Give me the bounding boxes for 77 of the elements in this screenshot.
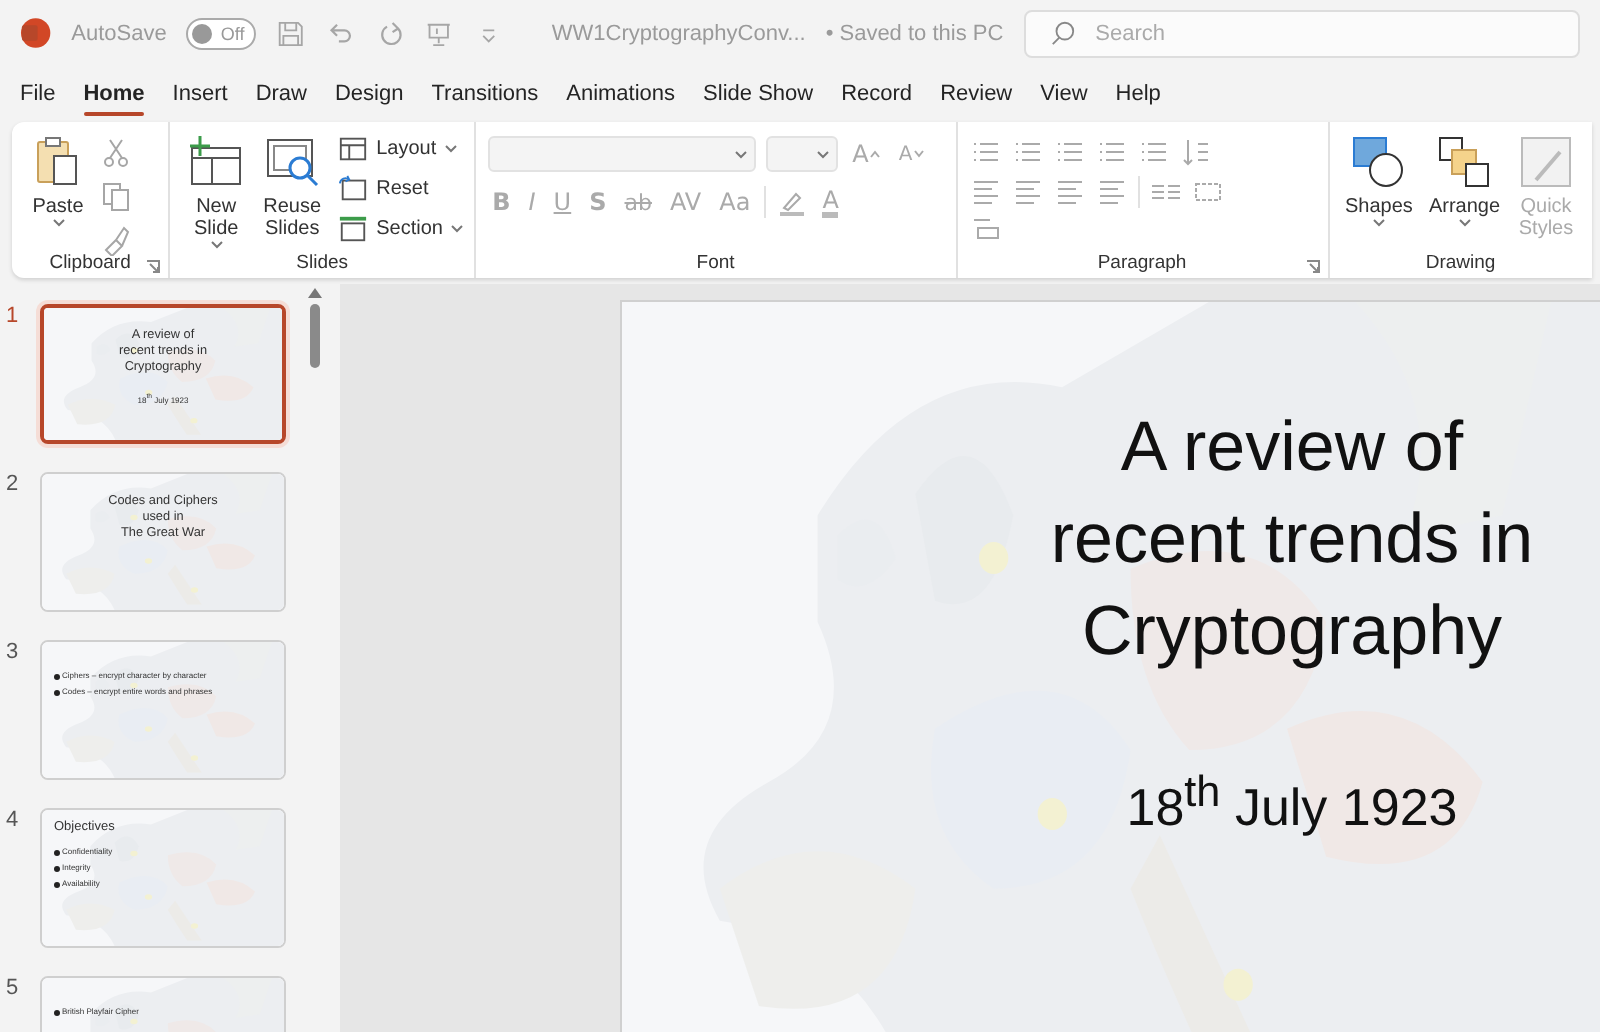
ribbon-tab[interactable]: Slide Show: [689, 73, 828, 113]
justify-icon[interactable]: [1095, 176, 1128, 208]
new-slide-button[interactable]: New Slide: [182, 132, 251, 250]
group-label: Font: [696, 252, 735, 274]
paste-button[interactable]: Paste: [24, 132, 92, 228]
search-input[interactable]: Search: [1091, 19, 1500, 47]
slide-number: 2: [6, 472, 21, 496]
ribbon-tab[interactable]: Transitions: [417, 73, 553, 113]
slide-date-text[interactable]: 18$^{th}$ July 1923: [1002, 766, 1582, 840]
ribbon-tab[interactable]: Animations: [552, 73, 690, 113]
copy-icon[interactable]: [100, 180, 132, 212]
scroll-up-icon[interactable]: [307, 288, 321, 298]
caret-icon: [444, 144, 459, 154]
ribbon-tab[interactable]: Design: [320, 73, 418, 113]
save-status: • Saved to this PC: [825, 21, 1004, 45]
shapes-icon: [1348, 132, 1409, 192]
group-label: Slides: [296, 252, 349, 274]
bullet-icon: [54, 1009, 60, 1015]
arrange-icon: [1434, 132, 1495, 192]
group-label: Paragraph: [1097, 252, 1187, 274]
ribbon-tab[interactable]: Review: [926, 73, 1027, 113]
layout-icon: [338, 134, 369, 164]
reset-icon: [338, 174, 369, 204]
redo-icon[interactable]: [375, 17, 405, 49]
bullet-icon: [54, 849, 60, 855]
save-icon[interactable]: [276, 17, 306, 49]
app-logo-icon: [20, 16, 52, 50]
ribbon-tab[interactable]: View: [1026, 73, 1102, 113]
center-icon[interactable]: [1011, 176, 1044, 208]
text-direction-icon[interactable]: [1179, 136, 1212, 168]
ribbon-tab[interactable]: File: [6, 73, 70, 113]
shapes-button[interactable]: Shapes: [1341, 132, 1417, 228]
arrange-button[interactable]: Arrange: [1424, 132, 1505, 228]
bullet-icon: [54, 673, 60, 679]
dialog-launcher-icon[interactable]: [1305, 260, 1320, 274]
caret-icon: [1457, 218, 1472, 228]
ribbon-tab[interactable]: Record: [827, 73, 927, 113]
slide-title-text[interactable]: A review of recent trends in Cryptography: [1002, 402, 1582, 678]
align-right-icon[interactable]: [1053, 176, 1086, 208]
up-caret-icon: [870, 150, 881, 158]
group-label: Drawing: [1425, 252, 1496, 274]
cut-icon[interactable]: [100, 136, 132, 168]
ribbon-tab[interactable]: Draw: [241, 73, 321, 113]
search-field[interactable]: Search: [1023, 9, 1580, 57]
slide-number: 5: [6, 976, 21, 1000]
slide-number: 3: [6, 640, 21, 664]
document-title: WW1CryptographyConv...: [551, 21, 806, 45]
slide-number: 4: [6, 808, 21, 832]
font-size-field[interactable]: [766, 136, 839, 172]
reuse-slides-button[interactable]: Reuse Slides: [258, 132, 327, 240]
align-left-icon[interactable]: [969, 176, 1002, 208]
scrollbar-thumb[interactable]: [309, 304, 319, 368]
bullet-icon: [54, 881, 60, 887]
bullet-icon: [54, 689, 60, 695]
bullet-icon: [54, 865, 60, 871]
font-name-field[interactable]: [488, 136, 757, 172]
brush-icon: [1516, 132, 1577, 192]
section-icon: [338, 214, 369, 244]
search-icon: [1049, 20, 1076, 46]
down-caret-icon: [914, 150, 925, 158]
section-button[interactable]: Section: [334, 212, 469, 246]
reset-button[interactable]: Reset: [334, 172, 469, 206]
dropdown-caret-icon: [734, 149, 749, 159]
ribbon-tab[interactable]: Help: [1101, 73, 1175, 113]
caret-icon: [51, 218, 65, 228]
ribbon-tab[interactable]: Home: [69, 73, 159, 113]
autosave-label: AutoSave: [71, 21, 167, 45]
layout-button[interactable]: Layout: [334, 132, 469, 166]
caret-icon: [1371, 218, 1386, 228]
ribbon-tab[interactable]: Insert: [158, 73, 242, 113]
slide-number: 1: [6, 304, 21, 328]
caret-icon: [209, 240, 224, 250]
dialog-launcher-icon[interactable]: [146, 260, 161, 274]
format-painter-icon[interactable]: [100, 224, 132, 256]
caret-icon: [450, 224, 465, 234]
dropdown-caret-icon: [816, 149, 831, 159]
group-label: Clipboard: [49, 252, 131, 274]
